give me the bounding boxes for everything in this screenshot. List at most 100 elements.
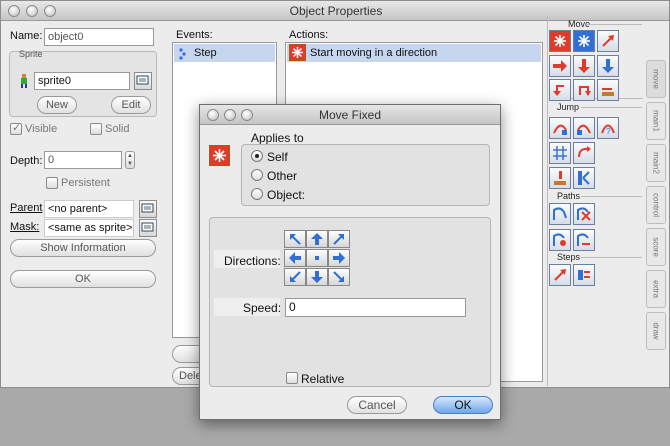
reverse-vertical-icon: [579, 86, 591, 96]
visible-checkbox[interactable]: ✓: [10, 122, 22, 135]
grid-icon: [553, 146, 567, 160]
tab-main2[interactable]: main2: [646, 144, 666, 182]
jump-to-start-button[interactable]: [573, 117, 595, 139]
parent-list-icon: [141, 203, 154, 213]
depth-stepper[interactable]: ▲ ▼: [125, 151, 135, 169]
action-item[interactable]: Start moving in a direction: [287, 44, 541, 62]
direction-stop-button[interactable]: [306, 249, 328, 267]
tab-move[interactable]: move: [646, 60, 666, 98]
direction-up-left-button[interactable]: [284, 230, 306, 248]
wrap-screen-button[interactable]: [573, 142, 595, 164]
path-icon: [553, 207, 567, 220]
arrow-down-icon: [578, 59, 590, 73]
dialog-titlebar: Move Fixed: [200, 105, 500, 125]
move-free-button[interactable]: [573, 30, 595, 52]
applies-object-label: Object:: [267, 188, 306, 202]
jump-to-position-button[interactable]: [549, 117, 571, 139]
jump-random-icon: ?: [601, 124, 615, 136]
zoom-window-icon[interactable]: [44, 5, 56, 17]
end-path-button[interactable]: [573, 203, 595, 225]
tab-score[interactable]: score: [646, 228, 666, 266]
events-header: Events:: [176, 29, 213, 41]
event-item-step[interactable]: Step: [174, 44, 275, 62]
move-group-divider: [586, 24, 642, 25]
direction-down-button[interactable]: [306, 268, 328, 286]
parent-menu-button[interactable]: [139, 200, 157, 218]
reverse-vertical-button[interactable]: [573, 79, 595, 101]
svg-text:?: ?: [606, 127, 611, 136]
bounce-icon: [578, 171, 590, 185]
end-path-icon: [577, 207, 591, 221]
direction-down-left-button[interactable]: [284, 268, 306, 286]
relative-checkbox[interactable]: [286, 372, 298, 384]
arrow-up-left-icon: [290, 234, 301, 245]
gravity-button[interactable]: [597, 55, 619, 77]
move-towards-button[interactable]: [597, 30, 619, 52]
solid-label: Solid: [105, 123, 130, 135]
dialog-zoom-icon[interactable]: [241, 109, 253, 121]
direction-up-button[interactable]: [306, 230, 328, 248]
jump-start-icon: [577, 124, 591, 135]
direction-down-right-button[interactable]: [328, 268, 350, 286]
direction-right-button[interactable]: [328, 249, 350, 267]
tab-draw[interactable]: draw: [646, 312, 666, 350]
parent-field[interactable]: <no parent>: [44, 200, 134, 218]
persistent-checkbox[interactable]: [46, 177, 58, 189]
tab-control[interactable]: control: [646, 186, 666, 224]
sprite-menu-button[interactable]: [134, 72, 152, 90]
path-position-icon: [553, 233, 566, 246]
friction-icon: [602, 88, 614, 96]
sprite-field[interactable]: sprite0: [34, 72, 130, 90]
steps-group-label: Steps: [557, 252, 581, 262]
speed-vertical-button[interactable]: [573, 55, 595, 77]
jump-random-button[interactable]: ?: [597, 117, 619, 139]
cancel-button[interactable]: Cancel: [347, 396, 407, 414]
step-event-icon: [178, 48, 188, 66]
path-position-button[interactable]: [549, 229, 571, 251]
edit-sprite-button[interactable]: Edit: [111, 96, 151, 114]
applies-object-radio[interactable]: [251, 188, 263, 200]
reverse-horizontal-button[interactable]: [549, 79, 571, 101]
applies-self-radio[interactable]: [251, 150, 263, 162]
speed-horizontal-button[interactable]: [549, 55, 571, 77]
step-towards-button[interactable]: [549, 264, 571, 286]
mask-field[interactable]: <same as sprite>: [44, 219, 134, 237]
jump-position-icon: [553, 124, 567, 135]
arrow-down-icon: [311, 271, 323, 283]
dialog-minimize-icon[interactable]: [224, 109, 236, 121]
arrow-up-icon: [311, 233, 323, 245]
move-fixed-button[interactable]: [549, 30, 571, 52]
move-to-contact-button[interactable]: [549, 167, 571, 189]
close-window-icon[interactable]: [8, 5, 20, 17]
new-sprite-button[interactable]: New: [37, 96, 77, 114]
dialog-ok-button[interactable]: OK: [433, 396, 493, 414]
friction-button[interactable]: [597, 79, 619, 101]
solid-checkbox[interactable]: [90, 123, 102, 135]
dialog-close-icon[interactable]: [207, 109, 219, 121]
move-fixed-icon: [554, 35, 566, 47]
set-path-button[interactable]: [549, 203, 571, 225]
path-speed-button[interactable]: [573, 229, 595, 251]
step-avoiding-icon: [578, 270, 590, 280]
sprite-thumbnail-icon: [20, 74, 28, 91]
name-input[interactable]: object0: [44, 28, 154, 46]
bounce-button[interactable]: [573, 167, 595, 189]
minimize-window-icon[interactable]: [26, 5, 38, 17]
align-to-grid-button[interactable]: [549, 142, 571, 164]
name-label: Name:: [10, 30, 43, 42]
actions-header: Actions:: [289, 29, 329, 41]
ok-button[interactable]: OK: [10, 270, 156, 288]
speed-input[interactable]: 0: [285, 298, 466, 317]
arrow-up-right-icon: [602, 35, 614, 47]
show-information-button[interactable]: Show Information: [10, 239, 156, 257]
tab-main1[interactable]: main1: [646, 102, 666, 140]
direction-up-right-button[interactable]: [328, 230, 350, 248]
step-avoiding-button[interactable]: [573, 264, 595, 286]
tab-extra[interactable]: extra: [646, 270, 666, 308]
direction-left-button[interactable]: [284, 249, 306, 267]
directions-label: Directions:: [224, 254, 281, 268]
applies-other-radio[interactable]: [251, 169, 263, 181]
mask-menu-button[interactable]: [139, 219, 157, 237]
depth-input[interactable]: 0: [44, 151, 122, 169]
persistent-label: Persistent: [61, 177, 110, 189]
